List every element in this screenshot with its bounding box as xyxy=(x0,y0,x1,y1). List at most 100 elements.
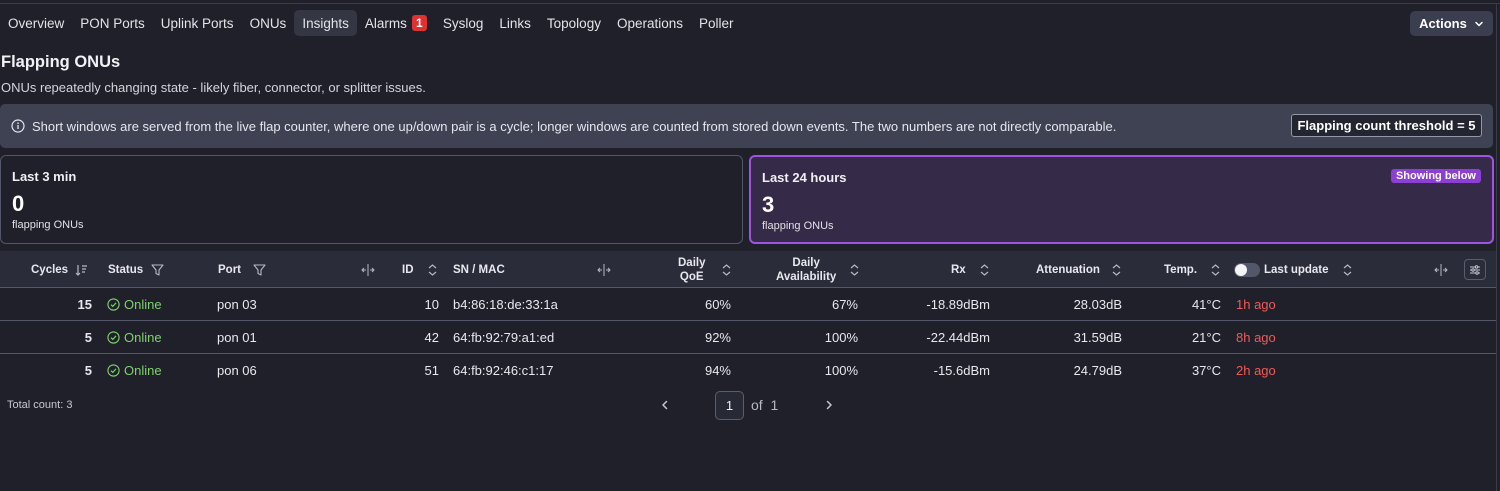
actions-label: Actions xyxy=(1419,16,1467,31)
sort-icon[interactable] xyxy=(980,263,989,276)
tab-syslog[interactable]: Syslog xyxy=(435,10,492,36)
filter-icon[interactable] xyxy=(253,263,266,276)
cell-sn-mac[interactable]: 64:fb:92:79:a1:ed xyxy=(453,321,554,354)
tab-uplink-ports[interactable]: Uplink Ports xyxy=(153,10,242,36)
tab-onus[interactable]: ONUs xyxy=(242,10,295,36)
cell-attenuation: 28.03dB xyxy=(1073,297,1122,312)
col-cycles[interactable]: Cycles xyxy=(31,251,88,288)
cell-sn-mac[interactable]: b4:86:18:de:33:1a xyxy=(453,288,558,321)
total-pages: 1 xyxy=(770,397,779,413)
cell-last-update: 8h ago xyxy=(1236,330,1276,345)
col-port[interactable]: Port xyxy=(218,251,266,288)
chevron-right-icon[interactable] xyxy=(822,398,836,412)
page-number-input[interactable]: 1 xyxy=(715,391,744,420)
resize-icon[interactable] xyxy=(1434,263,1448,276)
status-label: Online xyxy=(124,330,162,345)
page-subtitle: ONUs repeatedly changing state - likely … xyxy=(1,80,426,95)
page-title: Flapping ONUs xyxy=(1,53,121,71)
card-label: Last 3 min xyxy=(12,169,77,184)
col-label: SN / MAC xyxy=(453,263,505,276)
card-value: 0 xyxy=(12,191,25,216)
tab-overview[interactable]: Overview xyxy=(0,10,72,36)
table-row[interactable]: 15 Online pon 03 10 b4:86:18:de:33:1a 60… xyxy=(0,288,1496,321)
tab-insights[interactable]: Insights xyxy=(294,10,357,36)
cell-rx: -15.6dBm xyxy=(933,363,990,378)
tab-label: ONUs xyxy=(249,15,287,31)
chevron-left-icon[interactable] xyxy=(658,398,672,412)
check-circle-icon xyxy=(107,331,120,344)
chevron-down-icon xyxy=(1475,21,1483,26)
col-temp[interactable]: Temp. xyxy=(1164,251,1220,288)
cell-port: pon 03 xyxy=(217,297,257,312)
cell-rx: -18.89dBm xyxy=(926,297,990,312)
tab-topology[interactable]: Topology xyxy=(539,10,609,36)
sort-icon[interactable] xyxy=(428,263,437,276)
resize-icon[interactable] xyxy=(361,263,375,276)
card-unit: flapping ONUs xyxy=(12,219,84,231)
tab-label: Uplink Ports xyxy=(160,15,234,31)
cell-last-update: 2h ago xyxy=(1236,363,1276,378)
col-status[interactable]: Status xyxy=(108,251,164,288)
sort-icon[interactable] xyxy=(1343,263,1352,276)
threshold-badge[interactable]: Flapping count threshold = 5 xyxy=(1291,114,1482,137)
cell-availability: 100% xyxy=(824,363,858,378)
tab-alarms[interactable]: Alarms 1 xyxy=(357,10,435,36)
total-count: Total count: 3 xyxy=(7,399,73,411)
sort-icon[interactable] xyxy=(850,263,859,276)
col-label: Last update xyxy=(1264,263,1329,276)
col-id[interactable]: ID xyxy=(402,251,437,288)
column-resize-handle[interactable] xyxy=(597,251,611,288)
sliders-icon xyxy=(1470,264,1480,275)
table-row[interactable]: 5 Online pon 06 51 64:fb:92:46:c1:17 94%… xyxy=(0,354,1496,387)
alarm-count-badge: 1 xyxy=(411,15,427,31)
tab-label: Overview xyxy=(8,15,65,31)
cell-availability: 100% xyxy=(824,330,858,345)
col-label: Temp. xyxy=(1164,263,1198,276)
sort-icon[interactable] xyxy=(722,263,731,276)
cell-availability: 67% xyxy=(831,297,858,312)
right-border xyxy=(1496,3,1497,491)
cell-last-update: 1h ago xyxy=(1236,297,1276,312)
tab-poller[interactable]: Poller xyxy=(691,10,742,36)
column-resize-handle[interactable] xyxy=(361,251,375,288)
col-last-update[interactable]: Last update xyxy=(1234,251,1352,288)
top-border xyxy=(0,3,1500,4)
sort-icon[interactable] xyxy=(1112,263,1121,276)
col-label: Daily Availability xyxy=(776,256,837,283)
cell-cycles: 15 xyxy=(77,297,92,312)
resize-icon[interactable] xyxy=(597,263,611,276)
col-sn-mac[interactable]: SN / MAC xyxy=(453,251,505,288)
card-label: Last 24 hours xyxy=(762,170,847,185)
col-label: Status xyxy=(108,263,144,276)
tab-label: Topology xyxy=(546,15,601,31)
table-row[interactable]: 5 Online pon 01 42 64:fb:92:79:a1:ed 92%… xyxy=(0,321,1496,354)
last-update-toggle[interactable] xyxy=(1234,262,1260,277)
tab-pon-ports[interactable]: PON Ports xyxy=(72,10,153,36)
actions-button[interactable]: Actions xyxy=(1410,11,1493,36)
col-attenuation[interactable]: Attenuation xyxy=(1036,251,1121,288)
col-daily-availability[interactable]: Daily Availability xyxy=(776,251,859,288)
of-label: of xyxy=(751,397,763,413)
sort-icon[interactable] xyxy=(1211,263,1220,276)
tab-label: Operations xyxy=(616,15,683,31)
filter-icon[interactable] xyxy=(151,263,164,276)
tab-label: Syslog xyxy=(442,15,484,31)
cell-port: pon 06 xyxy=(217,363,257,378)
sort-desc-icon[interactable] xyxy=(75,264,88,276)
col-daily-qoe[interactable]: Daily QoE xyxy=(678,251,731,288)
col-rx[interactable]: Rx xyxy=(951,251,989,288)
cell-sn-mac[interactable]: 64:fb:92:46:c1:17 xyxy=(453,354,553,387)
tab-links[interactable]: Links xyxy=(491,10,539,36)
tab-label: Insights xyxy=(302,15,349,31)
check-circle-icon xyxy=(107,364,120,377)
cell-id: 51 xyxy=(424,363,439,378)
tab-operations[interactable]: Operations xyxy=(609,10,691,36)
col-label: Attenuation xyxy=(1036,263,1100,276)
tab-bar: Overview PON Ports Uplink Ports ONUs Ins… xyxy=(0,8,742,38)
stat-card-3min[interactable]: Last 3 min 0 flapping ONUs xyxy=(0,155,743,244)
info-icon xyxy=(11,119,25,133)
cell-temp: 41°C xyxy=(1191,297,1221,312)
column-resize-handle[interactable] xyxy=(1434,251,1448,288)
stat-card-24h[interactable]: Last 24 hours 3 flapping ONUs Showing be… xyxy=(749,155,1494,244)
column-settings-button[interactable] xyxy=(1464,259,1486,280)
